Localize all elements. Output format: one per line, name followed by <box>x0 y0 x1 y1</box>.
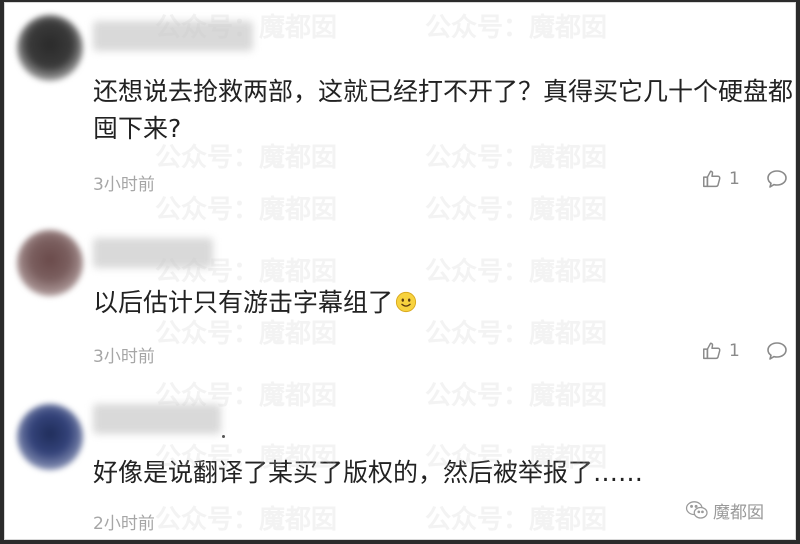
comment-text: 好像是说翻译了某买了版权的，然后被举报了…… <box>93 458 644 487</box>
brand-text: 魔都囡 <box>713 502 764 523</box>
comment-item: 好像是说翻译了某买了版权的，然后被举报了…… 2小时前 魔都囡 <box>5 380 795 539</box>
comment-text-content: 以后估计只有游击字幕组了 <box>93 288 394 317</box>
like-button[interactable]: 1 <box>701 339 740 363</box>
comment-bubble-icon[interactable] <box>765 339 789 363</box>
comment-time: 3小时前 <box>93 175 155 195</box>
thumbs-up-icon <box>703 342 721 360</box>
username-blurred[interactable] <box>93 21 253 51</box>
username-dot <box>222 435 225 438</box>
comment-time: 3小时前 <box>93 347 155 367</box>
username-blurred[interactable] <box>93 238 213 268</box>
username-blurred[interactable] <box>93 404 221 434</box>
avatar[interactable] <box>17 404 83 470</box>
comment-text: 还想说去抢救两部，这就已经打不开了？真得买它几十个硬盘都囤下来? <box>93 77 794 143</box>
comment-time: 2小时前 <box>93 514 155 534</box>
smile-emoji-icon <box>395 291 417 313</box>
like-button[interactable]: 1 <box>701 167 740 191</box>
wechat-icon <box>685 501 708 519</box>
like-count: 1 <box>729 169 740 189</box>
comment-list: 还想说去抢救两部，这就已经打不开了？真得买它几十个硬盘都囤下来? 3小时前 1 … <box>4 2 796 540</box>
brand-watermark: 魔都囡 <box>685 498 764 523</box>
thumbs-up-icon <box>703 170 721 188</box>
comment-text: 以后估计只有游击字幕组了 <box>93 284 793 321</box>
comment-item: 还想说去抢救两部，这就已经打不开了？真得买它几十个硬盘都囤下来? 3小时前 1 <box>5 3 795 208</box>
avatar[interactable] <box>17 15 83 81</box>
like-count: 1 <box>729 341 740 361</box>
comment-item: 以后估计只有游击字幕组了 3小时前 1 <box>5 208 795 380</box>
comment-bubble-icon[interactable] <box>765 167 789 191</box>
avatar[interactable] <box>17 230 83 296</box>
